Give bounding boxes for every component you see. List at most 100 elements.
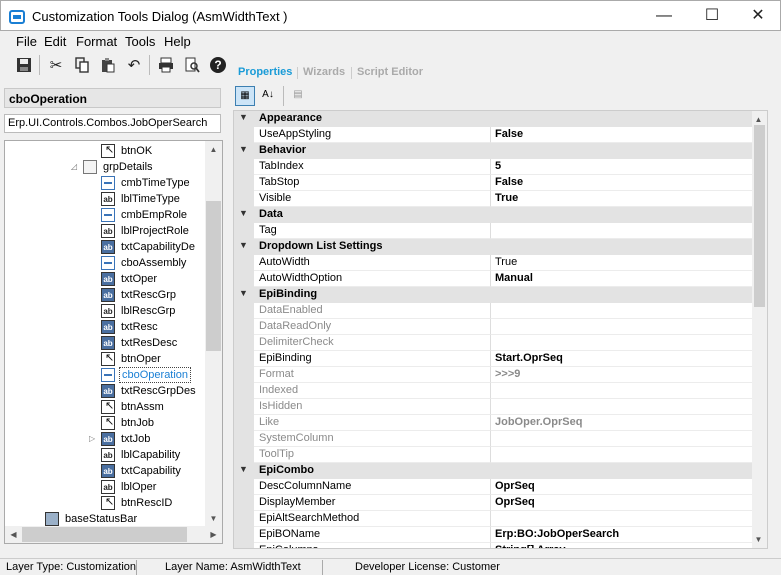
property-value[interactable] bbox=[491, 511, 753, 527]
save-icon[interactable] bbox=[13, 54, 35, 76]
property-row[interactable]: EpiColumnsString[] Array bbox=[234, 543, 753, 548]
menu-edit[interactable]: Edit bbox=[44, 34, 66, 49]
scroll-right-arrow[interactable]: ▶ bbox=[205, 526, 222, 543]
menu-file[interactable]: File bbox=[16, 34, 37, 49]
property-row[interactable]: SystemColumn bbox=[234, 431, 753, 447]
property-category[interactable]: ▼ EpiBinding bbox=[234, 287, 753, 303]
print-icon[interactable] bbox=[155, 54, 177, 76]
row-gutter bbox=[234, 271, 254, 287]
property-value[interactable] bbox=[491, 223, 753, 239]
scroll-down-arrow[interactable]: ▼ bbox=[205, 510, 222, 527]
scroll-thumb[interactable] bbox=[206, 201, 221, 351]
property-value[interactable] bbox=[491, 319, 753, 335]
property-value[interactable] bbox=[491, 303, 753, 319]
property-category[interactable]: ▼ Appearance bbox=[234, 111, 753, 127]
property-pages-icon[interactable]: ▤ bbox=[288, 86, 308, 106]
property-value[interactable] bbox=[491, 399, 753, 415]
property-row[interactable]: EpiBinding Start.OprSeq bbox=[234, 351, 753, 367]
property-row[interactable]: DataReadOnly bbox=[234, 319, 753, 335]
scroll-down-arrow[interactable]: ▼ bbox=[751, 531, 766, 548]
tree-horizontal-scrollbar[interactable]: ◀ ▶ bbox=[5, 526, 222, 543]
grid-vertical-scrollbar[interactable]: ▲ ▼ bbox=[752, 111, 767, 548]
categorized-icon[interactable]: ▦ bbox=[235, 86, 255, 106]
property-value[interactable]: String[] Array bbox=[491, 543, 753, 548]
property-value[interactable] bbox=[491, 447, 753, 463]
undo-icon[interactable]: ↶ bbox=[123, 54, 145, 76]
category-label: EpiCombo bbox=[259, 464, 314, 476]
property-row[interactable]: DisplayMember OprSeq bbox=[234, 495, 753, 511]
scroll-thumb[interactable] bbox=[754, 125, 765, 307]
scroll-up-arrow[interactable]: ▲ bbox=[205, 141, 222, 158]
property-grid[interactable]: ▼ Appearance UseAppStyling False ▼ Behavior Ta… bbox=[233, 110, 768, 549]
copy-icon[interactable] bbox=[71, 54, 93, 76]
property-category[interactable]: ▼ Behavior bbox=[234, 143, 753, 159]
property-category[interactable]: ▼ Dropdown List Settings bbox=[234, 239, 753, 255]
property-row[interactable]: AutoWidthOption Manual bbox=[234, 271, 753, 287]
property-name: AutoWidth bbox=[254, 255, 491, 271]
property-value[interactable]: >>>9 bbox=[491, 367, 753, 383]
property-row[interactable]: EpiAltSearchMethod bbox=[234, 511, 753, 527]
property-value[interactable]: JobOper.OprSeq bbox=[491, 415, 753, 431]
property-row[interactable]: DataEnabled bbox=[234, 303, 753, 319]
collapse-caret-icon[interactable]: ▼ bbox=[239, 208, 248, 218]
property-row[interactable]: UseAppStyling False bbox=[234, 127, 753, 143]
property-category[interactable]: ▼ Data bbox=[234, 207, 753, 223]
scroll-left-arrow[interactable]: ◀ bbox=[5, 526, 22, 543]
property-row[interactable]: Visible True bbox=[234, 191, 753, 207]
close-button[interactable]: ✕ bbox=[735, 1, 781, 31]
collapse-caret-icon[interactable]: ▼ bbox=[239, 288, 248, 298]
selected-control-type[interactable]: Erp.UI.Controls.Combos.JobOperSearch bbox=[4, 114, 221, 133]
property-value[interactable]: OprSeq bbox=[491, 495, 753, 511]
property-value[interactable]: 5 bbox=[491, 159, 753, 175]
property-value[interactable]: Manual bbox=[491, 271, 753, 287]
control-tree[interactable]: btnOK ◿ grpDetails cmbTimeType ab lblTimeType… bbox=[4, 140, 223, 544]
property-row[interactable]: Format >>>9 bbox=[234, 367, 753, 383]
property-row[interactable]: Tag bbox=[234, 223, 753, 239]
property-row[interactable]: Like JobOper.OprSeq bbox=[234, 415, 753, 431]
collapse-caret-icon[interactable]: ▼ bbox=[239, 464, 248, 474]
property-row[interactable]: ToolTip bbox=[234, 447, 753, 463]
paste-icon[interactable] bbox=[97, 54, 119, 76]
scroll-thumb[interactable] bbox=[22, 527, 187, 542]
property-value[interactable]: OprSeq bbox=[491, 479, 753, 495]
row-gutter bbox=[234, 479, 254, 495]
tab-script-editor[interactable]: Script Editor bbox=[357, 66, 423, 78]
property-value[interactable] bbox=[491, 383, 753, 399]
property-row[interactable]: Indexed bbox=[234, 383, 753, 399]
property-value[interactable] bbox=[491, 431, 753, 447]
tree-expander-icon[interactable]: ◿ bbox=[71, 159, 77, 175]
print-preview-icon[interactable] bbox=[181, 54, 203, 76]
collapse-caret-icon[interactable]: ▼ bbox=[239, 240, 248, 250]
property-row[interactable]: AutoWidth True bbox=[234, 255, 753, 271]
property-row[interactable]: EpiBOName Erp:BO:JobOperSearch bbox=[234, 527, 753, 543]
property-value[interactable]: True bbox=[491, 191, 753, 207]
toolbar-separator bbox=[149, 55, 150, 75]
property-value[interactable]: Erp:BO:JobOperSearch bbox=[491, 527, 753, 543]
property-row[interactable]: IsHidden bbox=[234, 399, 753, 415]
menu-format[interactable]: Format bbox=[76, 34, 117, 49]
minimize-button[interactable]: — bbox=[641, 1, 687, 31]
property-value[interactable]: Start.OprSeq bbox=[491, 351, 753, 367]
row-gutter bbox=[234, 495, 254, 511]
tab-properties[interactable]: Properties bbox=[238, 66, 292, 78]
menu-help[interactable]: Help bbox=[164, 34, 191, 49]
help-icon[interactable]: ? bbox=[207, 54, 229, 76]
alphabetical-sort-icon[interactable]: A↓ bbox=[258, 86, 278, 106]
tree-vertical-scrollbar[interactable]: ▲ ▼ bbox=[205, 141, 222, 527]
maximize-button[interactable]: ☐ bbox=[689, 1, 735, 31]
tab-wizards[interactable]: Wizards bbox=[303, 66, 345, 78]
property-row[interactable]: TabIndex 5 bbox=[234, 159, 753, 175]
property-value[interactable]: False bbox=[491, 127, 753, 143]
property-value[interactable] bbox=[491, 335, 753, 351]
property-category[interactable]: ▼ EpiCombo bbox=[234, 463, 753, 479]
menu-tools[interactable]: Tools bbox=[125, 34, 155, 49]
property-row[interactable]: TabStop False bbox=[234, 175, 753, 191]
property-row[interactable]: DelimiterCheck bbox=[234, 335, 753, 351]
property-value[interactable]: False bbox=[491, 175, 753, 191]
cut-icon[interactable]: ✂ bbox=[45, 54, 67, 76]
collapse-caret-icon[interactable]: ▼ bbox=[239, 112, 248, 122]
collapse-caret-icon[interactable]: ▼ bbox=[239, 144, 248, 154]
property-row[interactable]: DescColumnName OprSeq bbox=[234, 479, 753, 495]
property-value[interactable]: True bbox=[491, 255, 753, 271]
tree-expander-icon[interactable]: ▷ bbox=[89, 431, 95, 447]
